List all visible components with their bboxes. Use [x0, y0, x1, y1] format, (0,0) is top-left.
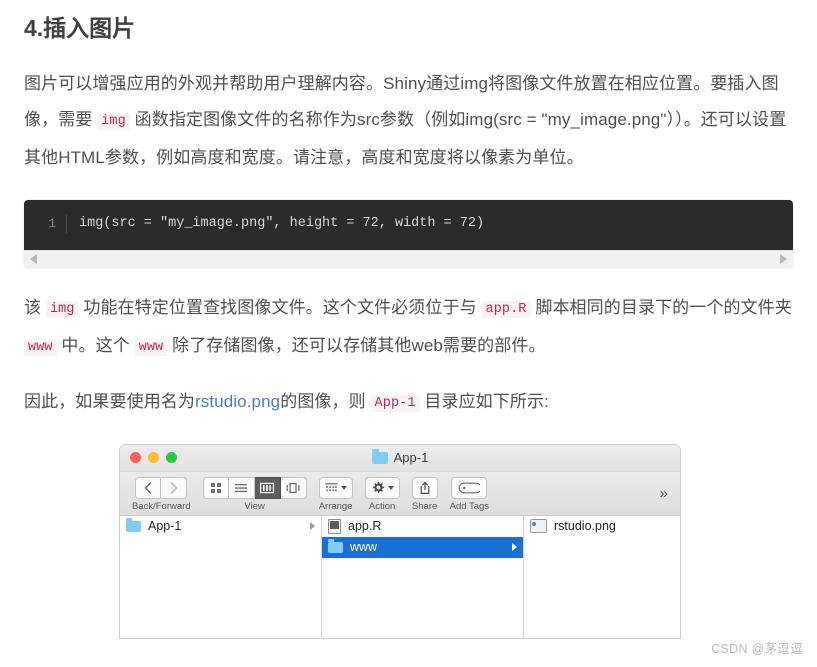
chevron-left-icon	[145, 482, 152, 494]
csdn-watermark: CSDN @茅逗逗	[711, 642, 803, 656]
toolbar-label-action: Action	[368, 500, 396, 512]
paragraph3-seg3: 目录应如下所示:	[419, 391, 549, 411]
toolbar-group-view: View	[202, 476, 307, 512]
toolbar-group-arrange: Arrange	[318, 476, 353, 512]
code-block-body: 1 img(src = "my_image.png", height = 72,…	[24, 199, 793, 250]
code-block: 1 img(src = "my_image.png", height = 72,…	[24, 199, 793, 268]
minimize-button[interactable]	[148, 452, 159, 464]
inline-code-www-1: www	[24, 338, 57, 356]
folder-icon	[371, 448, 388, 464]
image-icon	[530, 519, 547, 534]
paragraph3-seg1: 因此，如果要使用名为	[24, 391, 195, 411]
tag-icon	[459, 482, 481, 494]
icon-view-icon[interactable]	[202, 476, 229, 499]
page-title: 4.插入图片	[24, 15, 136, 41]
finder-window: App-1 Back/Forward View Arrange Action S…	[119, 443, 681, 639]
add-tags-buttons	[451, 476, 488, 499]
back-button[interactable]	[135, 476, 162, 499]
inline-code-app1: App-1	[370, 394, 420, 412]
gallery-view-icon[interactable]	[280, 476, 307, 499]
paragraph2-seg1: 该	[24, 297, 46, 317]
rstudio-png-link[interactable]: rstudio.png	[195, 392, 280, 411]
list-item-label: App-1	[148, 519, 182, 534]
paragraph2-seg2: 功能在特定位置查找图像文件。这个文件必须位于与	[78, 297, 482, 317]
toolbar-group-add-tags: Add Tags	[449, 476, 490, 512]
list-view-icon[interactable]	[228, 476, 255, 499]
inline-code-appr: app.R	[481, 300, 531, 318]
back-forward-buttons	[135, 476, 188, 499]
toolbar-label-arrange: Arrange	[318, 500, 353, 512]
window-traffic-lights	[130, 452, 177, 464]
finder-window-title-text: App-1	[393, 450, 429, 466]
document-icon	[328, 518, 341, 534]
gear-icon	[372, 481, 384, 493]
arrange-buttons	[318, 476, 353, 499]
disclosure-triangle-icon	[310, 522, 315, 531]
disclosure-triangle-icon	[512, 543, 517, 552]
zoom-button[interactable]	[166, 452, 177, 464]
folder-icon	[126, 517, 141, 532]
share-upload-icon	[420, 481, 430, 494]
toolbar-group-back-forward: Back/Forward	[132, 476, 191, 512]
toolbar-group-action: Action	[364, 476, 400, 512]
paragraph1-seg2: 函数指定图像文件的名称作为src参数（例如img(src = "my_image…	[24, 109, 787, 167]
finder-window-title: App-1	[120, 448, 680, 466]
forward-button[interactable]	[161, 476, 188, 499]
finder-titlebar: App-1	[120, 444, 680, 472]
paragraph-directory-example: 因此，如果要使用名为rstudio.png的图像，则 App-1 目录应如下所示…	[24, 384, 793, 422]
code-line-number: 1	[48, 215, 56, 231]
view-mode-buttons	[202, 476, 307, 499]
finder-screenshot-wrapper: App-1 Back/Forward View Arrange Action S…	[24, 443, 793, 639]
list-item-label: app.R	[348, 519, 382, 534]
finder-toolbar: Back/Forward View Arrange Action Share A…	[120, 471, 680, 516]
toolbar-overflow-button[interactable]: »	[660, 486, 668, 501]
arrange-grid-icon	[325, 482, 338, 492]
triangle-right-icon[interactable]	[780, 254, 787, 265]
arrange-button[interactable]	[318, 476, 353, 499]
finder-column-view: App-1 app.R www rstudio.png	[120, 515, 680, 638]
paragraph-intro: 图片可以增强应用的外观并帮助用户理解内容。Shiny通过img将图像文件放置在相…	[24, 66, 793, 176]
paragraph2-seg5: 除了存储图像，还可以存储其他web需要的部件。	[167, 335, 546, 355]
action-buttons	[364, 476, 400, 499]
action-button[interactable]	[364, 476, 400, 499]
toolbar-group-share: Share	[411, 476, 438, 512]
list-item-label: www	[350, 540, 378, 555]
chevron-down-icon	[340, 485, 347, 490]
toolbar-label-view: View	[244, 500, 265, 512]
finder-column-3: rstudio.png	[524, 516, 680, 638]
triangle-left-icon[interactable]	[30, 254, 37, 265]
inline-code-img-2: img	[45, 300, 79, 318]
finder-column-2: app.R www	[322, 515, 524, 638]
paragraph2-seg4: 中。这个	[56, 335, 135, 355]
chevron-down-icon	[387, 485, 394, 490]
article-page: 4.插入图片 图片可以增强应用的外观并帮助用户理解内容。Shiny通过img将图…	[0, 14, 817, 639]
paragraph2-seg3: 脚本相同的目录下的一个的文件夹	[530, 297, 792, 317]
folder-icon	[328, 538, 343, 553]
list-item[interactable]: rstudio.png	[524, 516, 680, 537]
code-line-content: img(src = "my_image.png", height = 72, w…	[79, 215, 485, 231]
column-view-icon[interactable]	[254, 476, 281, 499]
list-item-label: rstudio.png	[554, 519, 616, 534]
paragraph-www-explanation: 该 img 功能在特定位置查找图像文件。这个文件必须位于与 app.R 脚本相同…	[24, 290, 793, 366]
inline-code-img: img	[97, 112, 130, 130]
inline-code-www-2: www	[134, 338, 168, 356]
close-button[interactable]	[130, 452, 141, 464]
list-item-selected[interactable]: www	[322, 536, 523, 558]
list-item[interactable]: app.R	[322, 516, 523, 537]
paragraph3-seg2: 的图像，则	[280, 391, 371, 411]
list-item[interactable]: App-1	[120, 516, 321, 537]
finder-column-1: App-1	[120, 515, 322, 638]
share-button[interactable]	[411, 476, 438, 499]
toolbar-label-share: Share	[411, 500, 438, 512]
add-tags-button[interactable]	[451, 476, 488, 499]
code-horizontal-scrollbar[interactable]	[24, 249, 793, 268]
chevron-right-icon	[170, 482, 177, 494]
toolbar-label-back-forward: Back/Forward	[132, 500, 191, 512]
share-buttons	[411, 476, 438, 499]
toolbar-label-add-tags: Add Tags	[449, 500, 490, 512]
